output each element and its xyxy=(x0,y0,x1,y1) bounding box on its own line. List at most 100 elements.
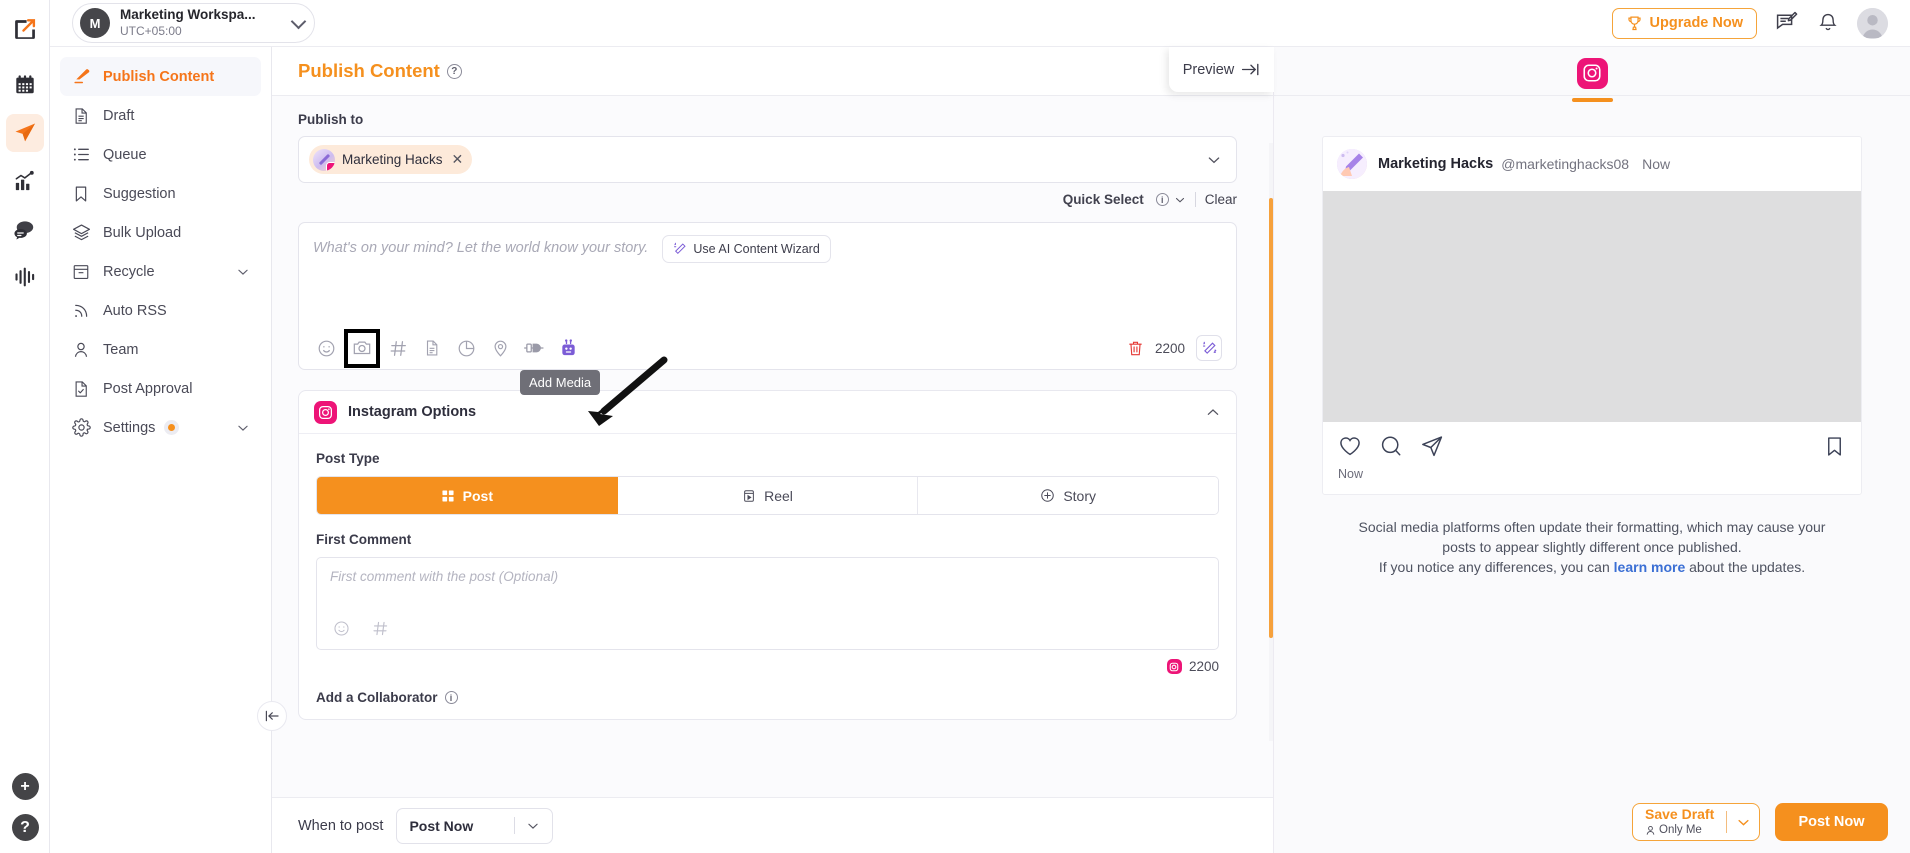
bottom-action-bar: Save Draft Only Me Post Now xyxy=(1632,803,1888,841)
first-comment-count-row: 2200 xyxy=(316,659,1219,674)
selected-account-chip[interactable]: Marketing Hacks ✕ xyxy=(309,145,473,174)
robot-icon[interactable] xyxy=(555,335,581,361)
sidebar-item-team[interactable]: Team xyxy=(60,330,261,369)
preview-media-placeholder xyxy=(1323,191,1861,422)
publish-icon[interactable] xyxy=(5,114,44,152)
delete-icon[interactable] xyxy=(1127,340,1144,357)
calendar-icon[interactable] xyxy=(6,66,44,104)
instagram-options-title: Instagram Options xyxy=(348,404,477,420)
workspace-selector[interactable]: M Marketing Workspa... UTC+05:00 xyxy=(72,3,315,43)
feedback-icon[interactable] xyxy=(1775,11,1799,35)
instagram-options-header[interactable]: Instagram Options xyxy=(299,391,1236,434)
chevron-up-icon[interactable] xyxy=(1205,404,1221,420)
info-icon[interactable]: i xyxy=(1155,193,1169,206)
post-now-button[interactable]: Post Now xyxy=(1775,803,1888,841)
emoji-icon[interactable] xyxy=(313,335,339,361)
publish-to-field[interactable]: Marketing Hacks ✕ xyxy=(298,136,1237,183)
document-icon[interactable] xyxy=(419,335,445,361)
help-button[interactable]: ? xyxy=(11,814,39,841)
location-pin-icon[interactable] xyxy=(487,335,513,361)
add-media-icon[interactable] xyxy=(344,328,380,368)
plug-icon[interactable] xyxy=(521,335,547,361)
post-type-story[interactable]: Story xyxy=(918,477,1218,514)
character-count: 2200 xyxy=(1154,340,1185,356)
bookmark-icon[interactable] xyxy=(1823,435,1846,458)
disclaimer-line-3b: about the updates. xyxy=(1685,558,1806,575)
info-icon[interactable]: i xyxy=(444,691,458,704)
first-comment-placeholder: First comment with the post (Optional) xyxy=(330,569,559,584)
analytics-icon[interactable] xyxy=(6,162,44,200)
chevron-down-icon[interactable] xyxy=(1206,152,1222,168)
app-logo[interactable] xyxy=(6,10,44,48)
ai-content-wizard-button[interactable]: Use AI Content Wizard xyxy=(662,235,831,263)
document-icon xyxy=(71,106,91,126)
sidebar-item-settings[interactable]: Settings xyxy=(60,408,261,447)
first-comment-label: First Comment xyxy=(316,532,412,547)
sidebar-item-auto-rss[interactable]: Auto RSS xyxy=(60,291,261,330)
account-chip-label: Marketing Hacks xyxy=(342,152,443,167)
preview-disclaimer: Social media platforms often update thei… xyxy=(1322,518,1862,578)
instagram-badge-icon xyxy=(326,161,335,171)
first-comment-field[interactable]: First comment with the post (Optional) xyxy=(316,557,1219,650)
save-draft-button[interactable]: Save Draft Only Me xyxy=(1632,803,1760,841)
account-avatar xyxy=(313,148,335,171)
clear-button[interactable]: Clear xyxy=(1205,192,1237,207)
sidebar-item-suggestion[interactable]: Suggestion xyxy=(60,174,261,213)
sidebar-item-queue[interactable]: Queue xyxy=(60,135,261,174)
content-scroll-area[interactable]: Publish to Marketing Hacks ✕ Quick Selec… xyxy=(272,96,1273,797)
top-header: M Marketing Workspa... UTC+05:00 Upgrade… xyxy=(50,0,1910,47)
add-collaborator-row[interactable]: Add a Collaborator i xyxy=(316,690,1219,719)
reports-icon[interactable] xyxy=(6,258,44,296)
workspace-name: Marketing Workspa... xyxy=(120,7,256,23)
quick-select-label: Quick Select xyxy=(1062,192,1144,207)
upgrade-now-button[interactable]: Upgrade Now xyxy=(1611,7,1757,39)
chevron-down-icon[interactable] xyxy=(1736,815,1751,830)
sidebar-item-post-approval[interactable]: Post Approval xyxy=(60,369,261,408)
preview-account-handle: @marketinghacks08 xyxy=(1501,156,1630,172)
heart-icon[interactable] xyxy=(1338,434,1362,458)
publish-content-panel: Publish Content ? Publish to Marketing H… xyxy=(257,47,1274,853)
hashtag-icon[interactable] xyxy=(367,615,393,641)
add-button[interactable]: + xyxy=(11,773,39,800)
quick-select-button[interactable]: Quick Select i xyxy=(1063,192,1186,207)
document-check-icon xyxy=(71,379,91,399)
post-type-reel[interactable]: Reel xyxy=(617,477,919,514)
first-comment-count: 2200 xyxy=(1188,659,1219,674)
sidebar-item-bulk-upload[interactable]: Bulk Upload xyxy=(60,213,261,252)
chart-icon[interactable] xyxy=(453,335,479,361)
avatar[interactable] xyxy=(1857,7,1888,39)
sidebar: Publish Content Draft Queue Suggestion B… xyxy=(50,47,272,853)
help-icon[interactable]: ? xyxy=(446,63,462,79)
inbox-icon[interactable] xyxy=(6,210,44,248)
magic-wand-button[interactable] xyxy=(1196,335,1222,361)
chevron-down-icon xyxy=(290,13,307,29)
first-comment-section: First Comment First comment with the pos… xyxy=(316,532,1219,674)
chevron-down-icon xyxy=(236,421,250,435)
scrollbar-track[interactable] xyxy=(1269,143,1273,741)
when-to-post-select[interactable]: Post Now xyxy=(396,807,554,844)
scrollbar-thumb[interactable] xyxy=(1269,198,1273,638)
composer[interactable]: What's on your mind? Let the world know … xyxy=(298,222,1237,370)
avatar xyxy=(1337,149,1367,179)
preview-footer-timestamp: Now xyxy=(1338,467,1364,481)
collapse-panel-handle[interactable] xyxy=(257,701,287,731)
sidebar-item-draft[interactable]: Draft xyxy=(60,96,261,135)
divider xyxy=(1194,192,1196,207)
sidebar-item-publish-content[interactable]: Publish Content xyxy=(60,57,261,96)
comment-icon[interactable] xyxy=(1379,434,1403,458)
preview-tab-instagram[interactable] xyxy=(1571,57,1613,102)
notification-bell-icon[interactable] xyxy=(1817,12,1839,34)
chevron-down-icon xyxy=(1174,194,1186,206)
sidebar-item-recycle[interactable]: Recycle xyxy=(60,252,261,291)
list-icon xyxy=(71,145,91,165)
preview-toggle-button[interactable]: Preview xyxy=(1169,47,1274,92)
ai-content-wizard-label: Use AI Content Wizard xyxy=(693,242,820,256)
share-icon[interactable] xyxy=(1420,434,1444,458)
emoji-icon[interactable] xyxy=(328,615,354,641)
instagram-icon xyxy=(1166,659,1182,674)
learn-more-link[interactable]: learn more xyxy=(1614,559,1686,575)
post-type-post[interactable]: Post xyxy=(317,477,618,514)
rss-icon xyxy=(71,301,91,321)
hashtag-icon[interactable] xyxy=(385,335,411,361)
remove-account-icon[interactable]: ✕ xyxy=(452,151,464,168)
